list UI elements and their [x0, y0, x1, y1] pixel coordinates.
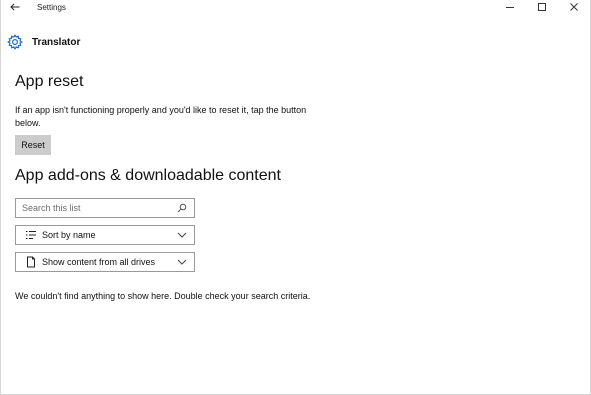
- chevron-down-icon: [174, 228, 190, 242]
- gear-icon: [7, 34, 23, 50]
- drive-filter-dropdown[interactable]: Show content from all drives: [15, 252, 195, 272]
- list-sort-icon: [24, 228, 38, 242]
- back-arrow-icon: [10, 3, 20, 11]
- search-input[interactable]: Search this list: [15, 198, 195, 218]
- search-icon[interactable]: [174, 201, 190, 215]
- window-title: Settings: [37, 2, 66, 12]
- addons-heading: App add-ons & downloadable content: [15, 167, 281, 184]
- settings-window: Settings Translator App reset If an app …: [0, 0, 591, 395]
- maximize-icon: [538, 3, 546, 11]
- minimize-button[interactable]: [494, 0, 526, 14]
- empty-results-message: We couldn't find anything to show here. …: [15, 291, 311, 301]
- title-bar: Settings: [1, 0, 590, 14]
- app-header: Translator: [7, 34, 80, 50]
- close-icon: [570, 3, 578, 11]
- app-name: Translator: [32, 36, 81, 48]
- close-button[interactable]: [558, 0, 590, 14]
- drive-icon: [24, 255, 38, 269]
- chevron-down-icon: [174, 255, 190, 269]
- drive-filter-selected-label: Show content from all drives: [42, 257, 156, 267]
- caption-buttons: [494, 0, 590, 14]
- minimize-icon: [506, 7, 514, 8]
- back-button[interactable]: [1, 0, 29, 14]
- maximize-button[interactable]: [526, 0, 558, 14]
- app-reset-description: If an app isn't functioning properly and…: [15, 105, 307, 128]
- app-reset-heading: App reset: [15, 73, 84, 90]
- search-placeholder: Search this list: [22, 203, 81, 213]
- sort-dropdown[interactable]: Sort by name: [15, 225, 195, 245]
- sort-selected-label: Sort by name: [42, 230, 96, 240]
- reset-button[interactable]: Reset: [15, 135, 51, 155]
